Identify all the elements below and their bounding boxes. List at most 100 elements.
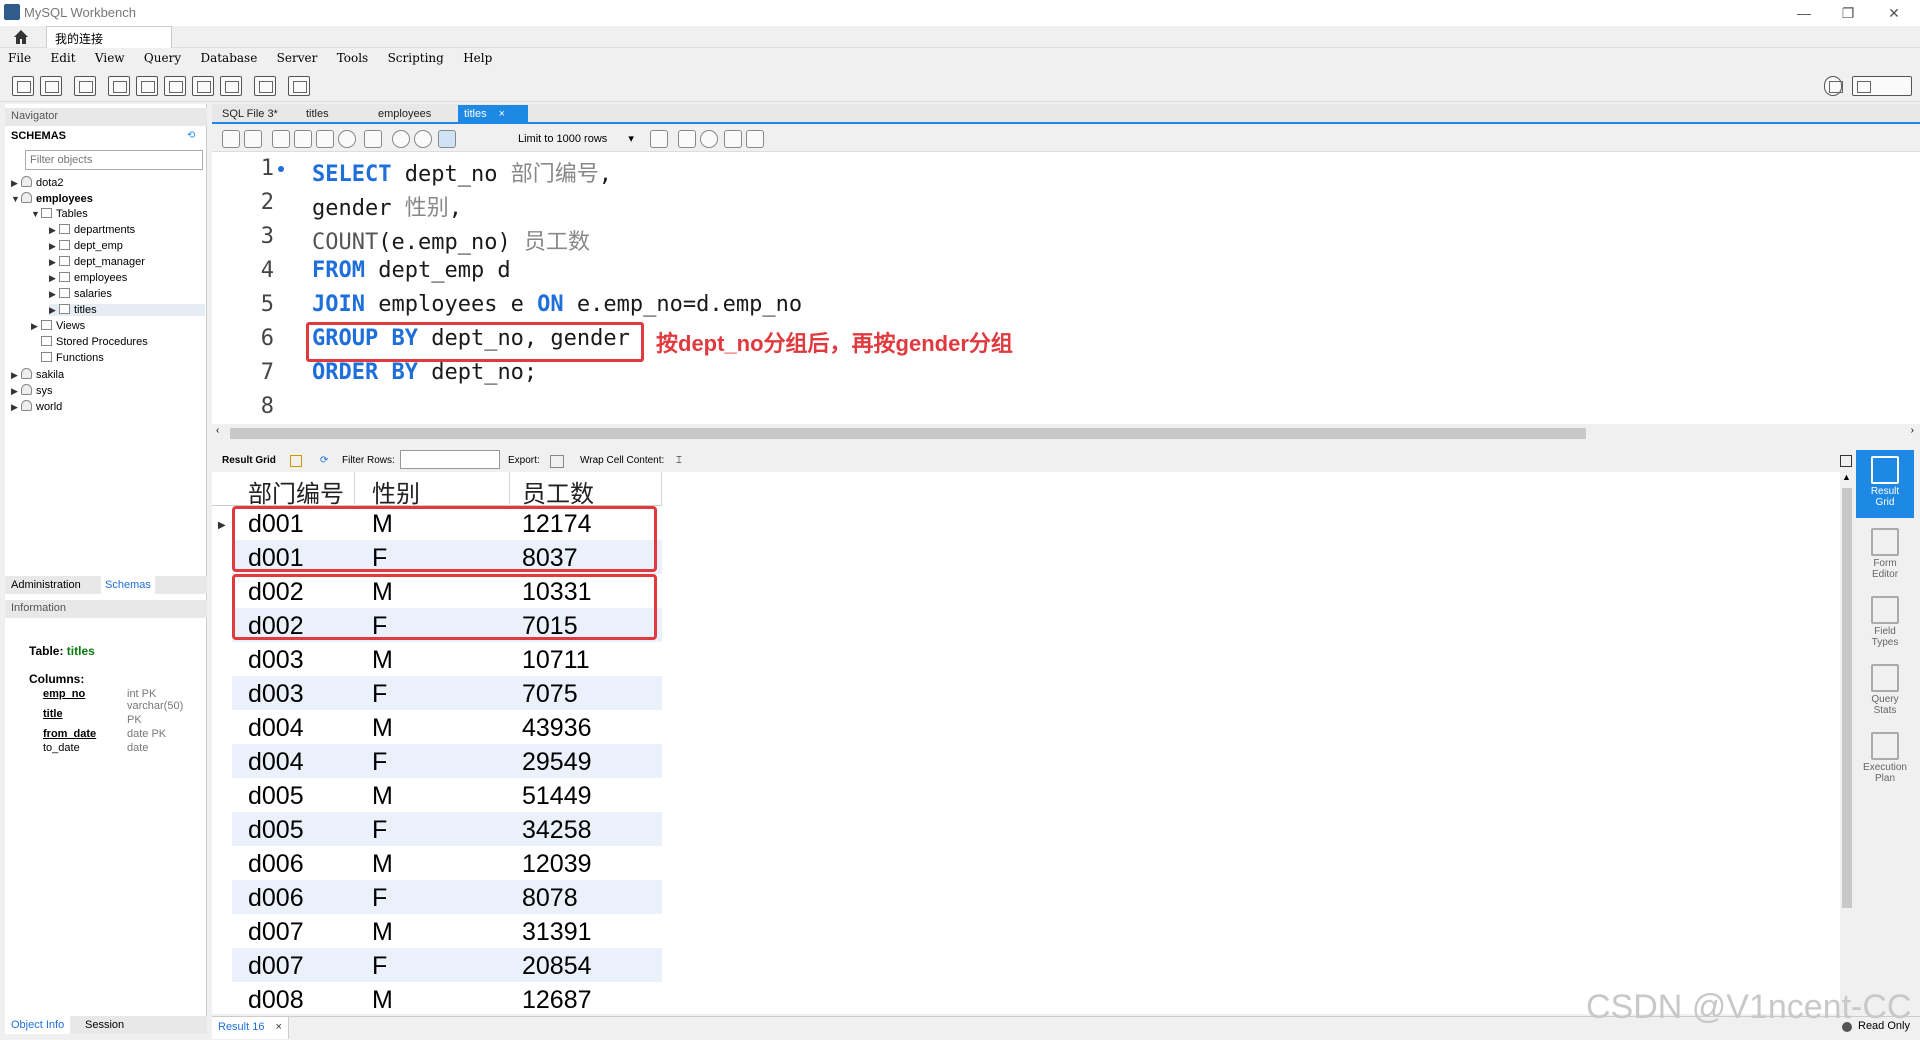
table-employees[interactable]: ▶ employees (49, 272, 127, 284)
limit-rows-select[interactable]: Limit to 1000 rows ▾ (518, 132, 634, 145)
tab-employees[interactable]: employees (372, 105, 437, 124)
tab-object-info[interactable]: Object Info (5, 1016, 71, 1034)
scrollbar-thumb[interactable] (230, 428, 1586, 439)
close-button[interactable]: ✕ (1874, 2, 1914, 24)
filter-objects-input[interactable] (25, 150, 203, 170)
table-cell[interactable]: d006 (248, 850, 304, 879)
toggle-panel-icon[interactable] (1840, 455, 1852, 467)
refresh-icon[interactable]: ⟲ (187, 130, 195, 141)
table-cell[interactable]: 12687 (522, 986, 592, 1014)
maximize-button[interactable]: ❐ (1828, 2, 1868, 24)
menu-scripting[interactable]: Scripting (388, 51, 444, 65)
tab-session[interactable]: Session (85, 1019, 124, 1031)
filter-rows-input[interactable] (400, 450, 500, 469)
find-icon[interactable] (700, 130, 718, 148)
menu-server[interactable]: Server (277, 51, 318, 65)
tab-schemas[interactable]: Schemas (101, 576, 155, 594)
execution-plan-button[interactable]: Execution Plan (1856, 726, 1914, 794)
menu-view[interactable]: View (95, 51, 125, 65)
table-dept-manager[interactable]: ▶ dept_manager (49, 256, 145, 268)
toggle-error-icon[interactable] (364, 130, 382, 148)
column-header[interactable]: 员工数 (522, 474, 594, 509)
sql-editor[interactable]: 1 2 3 4 5 6 7 8 SELECT dept_no 部门编号, gen… (212, 152, 1920, 424)
create-procedure-icon[interactable] (192, 76, 214, 96)
explain-icon[interactable] (316, 130, 334, 148)
result-grid-label[interactable]: Result Grid (222, 455, 276, 466)
form-editor-button[interactable]: Form Editor (1856, 522, 1914, 590)
menu-file[interactable]: File (8, 51, 31, 65)
autocommit-icon[interactable] (438, 130, 456, 148)
table-cell[interactable]: M (372, 850, 393, 879)
table-cell[interactable]: 29549 (522, 748, 592, 777)
table-cell[interactable]: 12039 (522, 850, 592, 879)
table-row[interactable]: d006 M 12039 (232, 846, 662, 880)
views-folder[interactable]: ▶ Views (31, 320, 85, 332)
table-row[interactable]: d005 F 34258 (232, 812, 662, 846)
grid-icon[interactable] (290, 455, 302, 467)
result-grid-button[interactable]: Result Grid (1856, 450, 1914, 518)
open-sql-script-icon[interactable] (40, 76, 62, 96)
field-types-button[interactable]: Field Types (1856, 590, 1914, 658)
menu-query[interactable]: Query (144, 51, 181, 65)
open-file-icon[interactable] (222, 130, 240, 148)
tab-administration[interactable]: Administration (11, 579, 81, 591)
new-sql-tab-icon[interactable] (12, 76, 34, 96)
table-cell[interactable]: 8078 (522, 884, 578, 913)
table-row[interactable]: d003 M 10711 (232, 642, 662, 676)
table-cell[interactable]: 34258 (522, 816, 592, 845)
result-grid[interactable]: 部门编号 性别 员工数 ▶ d001 M 12174 d001 F 8037 d002 M 10… (212, 472, 1840, 1014)
create-table-icon[interactable] (136, 76, 158, 96)
tab-titles[interactable]: titles (300, 105, 335, 124)
table-cell[interactable]: d007 (248, 952, 304, 981)
refresh-icon[interactable]: ⟳ (320, 455, 328, 466)
home-icon[interactable] (12, 28, 30, 46)
table-row[interactable]: d004 M 43936 (232, 710, 662, 744)
table-cell[interactable]: d005 (248, 782, 304, 811)
export-icon[interactable] (550, 455, 564, 468)
table-salaries[interactable]: ▶ salaries (49, 288, 112, 300)
table-departments[interactable]: ▶ departments (49, 224, 135, 236)
tables-folder[interactable]: ▼ Tables (31, 208, 88, 220)
schema-sakila[interactable]: ▶ sakila (11, 368, 64, 381)
word-wrap-icon[interactable] (746, 130, 764, 148)
table-cell[interactable]: d005 (248, 816, 304, 845)
table-row[interactable]: d006 F 8078 (232, 880, 662, 914)
query-stats-button[interactable]: Query Stats (1856, 658, 1914, 726)
execute-icon[interactable] (272, 130, 290, 148)
beautify-icon[interactable] (678, 130, 696, 148)
table-cell[interactable]: 31391 (522, 918, 592, 947)
column-separator[interactable] (661, 472, 662, 506)
invisible-chars-icon[interactable] (724, 130, 742, 148)
stop-icon[interactable] (338, 130, 356, 148)
table-titles[interactable]: ▶ titles (49, 304, 205, 316)
search-table-data-icon[interactable] (254, 76, 276, 96)
connection-tab[interactable]: 我的连接 (Sakila)× (46, 26, 172, 61)
column-separator[interactable] (354, 472, 355, 506)
result-tab[interactable]: Result 16 × (212, 1017, 289, 1039)
table-cell[interactable]: F (372, 952, 387, 981)
table-cell[interactable]: d003 (248, 646, 304, 675)
tab-sql-file[interactable]: SQL File 3* (216, 105, 284, 124)
scroll-up-icon[interactable]: ▲ (1842, 472, 1851, 482)
editor-horizontal-scrollbar[interactable]: ‹ › (212, 425, 1920, 441)
create-function-icon[interactable] (220, 76, 242, 96)
grid-vertical-scrollbar[interactable]: ▲ (1840, 472, 1854, 1012)
layout-toggle-icon[interactable] (1852, 76, 1912, 96)
table-cell[interactable]: d008 (248, 986, 304, 1014)
table-cell[interactable]: d006 (248, 884, 304, 913)
scroll-right-icon[interactable]: › (1911, 425, 1914, 436)
menu-tools[interactable]: Tools (337, 51, 369, 65)
table-cell[interactable]: F (372, 816, 387, 845)
table-row[interactable]: d004 F 29549 (232, 744, 662, 778)
menu-help[interactable]: Help (463, 51, 492, 65)
create-schema-icon[interactable] (108, 76, 130, 96)
table-cell[interactable]: F (372, 884, 387, 913)
table-row[interactable]: d005 M 51449 (232, 778, 662, 812)
inspector-icon[interactable] (74, 76, 96, 96)
close-tab-icon[interactable]: × (276, 1021, 282, 1033)
add-snippet-icon[interactable] (650, 130, 668, 148)
table-cell[interactable]: 20854 (522, 952, 592, 981)
table-cell[interactable]: M (372, 986, 393, 1014)
stored-procedures-folder[interactable]: Stored Procedures (31, 336, 148, 348)
table-cell[interactable]: M (372, 646, 393, 675)
